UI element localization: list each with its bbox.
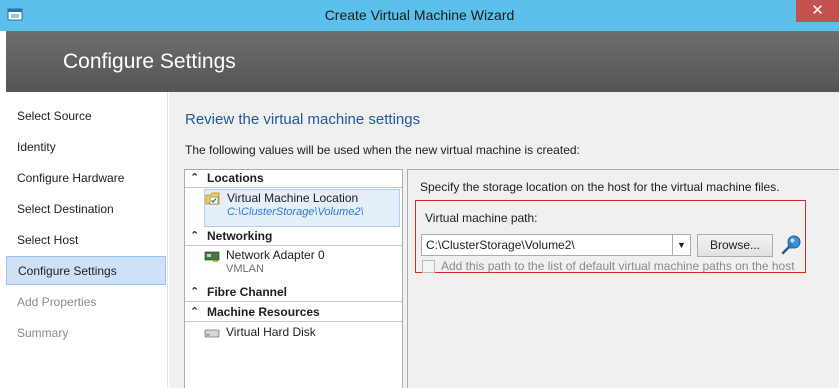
- pin-path-icon[interactable]: [780, 234, 802, 256]
- category-label: Machine Resources: [207, 305, 320, 319]
- collapse-icon[interactable]: ⌃: [190, 284, 199, 301]
- settings-tree: ⌃ Locations Virtual Machine Location C:\…: [184, 169, 403, 388]
- nav-item-configure-hardware[interactable]: Configure Hardware: [6, 164, 166, 193]
- folder-check-icon: [205, 192, 220, 205]
- tree-item-label: Virtual Machine Location: [227, 191, 359, 205]
- nav-item-configure-settings[interactable]: Configure Settings: [6, 256, 166, 285]
- tree-item-virtual-hard-disk[interactable]: Virtual Hard Disk: [204, 324, 400, 344]
- nav-item-summary: Summary: [17, 326, 69, 340]
- tree-item-vm-location[interactable]: Virtual Machine Location C:\ClusterStora…: [204, 189, 400, 227]
- tree-item-value: VMLAN: [226, 263, 264, 275]
- browse-button[interactable]: Browse...: [697, 234, 773, 257]
- page-title: Configure Settings: [63, 50, 236, 73]
- category-networking[interactable]: ⌃ Networking: [185, 228, 402, 246]
- nav-item-select-source[interactable]: Select Source: [6, 102, 166, 131]
- detail-description: Specify the storage location on the host…: [420, 180, 780, 194]
- wizard-nav: Select Source Identity Configure Hardwar…: [6, 92, 168, 388]
- category-fibre-channel[interactable]: ⌃ Fibre Channel: [185, 284, 402, 302]
- section-heading: Review the virtual machine settings: [185, 111, 421, 128]
- category-machine-resources[interactable]: ⌃ Machine Resources: [185, 304, 402, 322]
- category-label: Locations: [207, 171, 264, 185]
- nav-item-select-host[interactable]: Select Host: [6, 226, 166, 255]
- intro-text: The following values will be used when t…: [185, 143, 580, 157]
- window-title: Create Virtual Machine Wizard: [324, 7, 515, 23]
- tree-item-label: Network Adapter 0: [226, 248, 325, 262]
- checkbox-label: Add this path to the list of default vir…: [441, 259, 795, 273]
- nav-item-identity[interactable]: Identity: [6, 133, 166, 162]
- collapse-icon[interactable]: ⌃: [190, 170, 199, 187]
- dropdown-arrow-icon[interactable]: ▼: [672, 235, 690, 255]
- tree-item-label: Virtual Hard Disk: [226, 325, 316, 339]
- add-default-path-checkbox: [422, 260, 435, 273]
- close-button[interactable]: ✕: [796, 0, 839, 22]
- network-adapter-icon: [204, 251, 220, 262]
- nav-item-add-properties: Add Properties: [17, 295, 97, 309]
- tree-item-value: C:\ClusterStorage\Volume2\: [227, 206, 364, 218]
- collapse-icon[interactable]: ⌃: [190, 304, 199, 321]
- collapse-icon[interactable]: ⌃: [190, 228, 199, 245]
- title-bar: Create Virtual Machine Wizard ✕: [0, 0, 839, 31]
- category-label: Networking: [207, 229, 273, 243]
- category-locations[interactable]: ⌃ Locations: [185, 170, 402, 188]
- tree-item-network-adapter[interactable]: Network Adapter 0 VMLAN: [204, 247, 400, 283]
- category-label: Fibre Channel: [207, 285, 288, 299]
- detail-panel: Specify the storage location on the host…: [407, 169, 839, 388]
- page-banner: Configure Settings: [6, 31, 839, 92]
- nav-item-select-destination[interactable]: Select Destination: [6, 195, 166, 224]
- highlight-box: Virtual machine path: C:\ClusterStorage\…: [415, 200, 806, 273]
- path-label: Virtual machine path:: [425, 211, 538, 225]
- hard-disk-icon: [204, 329, 220, 338]
- main-panel: Review the virtual machine settings The …: [169, 92, 839, 388]
- vm-path-combobox[interactable]: C:\ClusterStorage\Volume2\: [421, 234, 691, 256]
